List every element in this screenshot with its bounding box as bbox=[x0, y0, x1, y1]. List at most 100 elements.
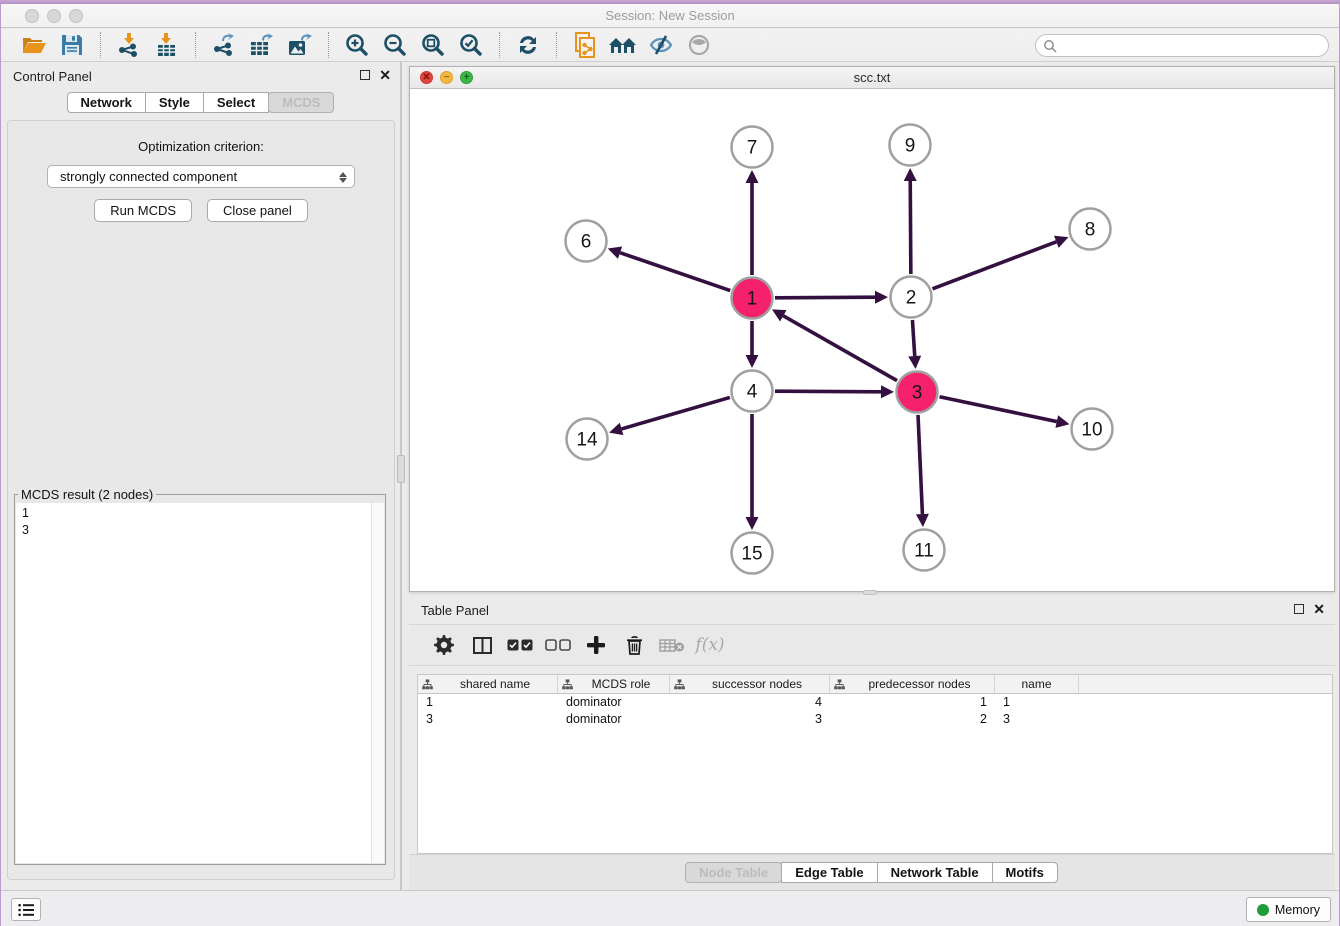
save-session-button[interactable] bbox=[57, 31, 87, 59]
delete-table-button[interactable] bbox=[655, 630, 689, 660]
table-tab-network-table[interactable]: Network Table bbox=[877, 862, 993, 883]
edge-2-3[interactable] bbox=[912, 320, 914, 356]
task-history-button[interactable] bbox=[11, 898, 41, 921]
cell-shared-name[interactable]: 1 bbox=[418, 694, 558, 711]
cell-shared-name[interactable]: 3 bbox=[418, 711, 558, 728]
zoom-out-button[interactable] bbox=[380, 31, 410, 59]
table-settings-button[interactable] bbox=[427, 630, 461, 660]
edge-3-10[interactable] bbox=[940, 397, 1057, 422]
eye-disabled-icon bbox=[687, 34, 711, 56]
edge-2-8[interactable] bbox=[933, 242, 1057, 289]
close-panel-button[interactable]: Close panel bbox=[207, 199, 308, 222]
import-network-button[interactable] bbox=[114, 31, 144, 59]
zoom-selected-button[interactable] bbox=[456, 31, 486, 59]
memory-button[interactable]: Memory bbox=[1246, 897, 1331, 922]
network-window-titlebar[interactable]: ✕ − + scc.txt bbox=[410, 67, 1334, 89]
houses-icon bbox=[608, 34, 638, 56]
node-table[interactable]: shared nameMCDS rolesuccessor nodesprede… bbox=[417, 674, 1333, 854]
mcds-result-list[interactable]: 13 bbox=[16, 503, 384, 863]
edge-2-9[interactable] bbox=[910, 181, 911, 274]
network-close-button[interactable]: ✕ bbox=[420, 71, 433, 84]
function-builder-button[interactable]: f(x) bbox=[693, 630, 727, 660]
deselect-all-columns-button[interactable] bbox=[541, 630, 575, 660]
export-network-button[interactable] bbox=[209, 31, 239, 59]
network-canvas[interactable]: 1234678910111415 bbox=[410, 89, 1334, 591]
split-view-button[interactable] bbox=[465, 630, 499, 660]
export-table-button[interactable] bbox=[247, 31, 277, 59]
edge-arrowhead bbox=[904, 168, 917, 181]
export-network-icon bbox=[212, 33, 236, 57]
float-panel-icon[interactable] bbox=[360, 70, 370, 80]
zoom-in-button[interactable] bbox=[342, 31, 372, 59]
result-scrollbar[interactable] bbox=[371, 503, 384, 863]
edge-arrowhead bbox=[1055, 415, 1069, 428]
edge-4-14[interactable] bbox=[622, 397, 730, 429]
edge-3-11[interactable] bbox=[918, 415, 922, 514]
edge-1-6[interactable] bbox=[620, 253, 730, 291]
refresh-layout-button[interactable] bbox=[513, 31, 543, 59]
export-image-button[interactable] bbox=[285, 31, 315, 59]
column-header-predecessor-nodes[interactable]: predecessor nodes bbox=[830, 675, 995, 693]
show-all-button[interactable] bbox=[684, 31, 714, 59]
tab-select[interactable]: Select bbox=[203, 92, 269, 113]
checked-boxes-icon bbox=[507, 639, 533, 651]
cell-successor-nodes[interactable]: 3 bbox=[670, 711, 830, 728]
minimize-window-button[interactable] bbox=[47, 9, 61, 23]
toolbar-separator bbox=[328, 32, 329, 58]
network-minimize-button[interactable]: − bbox=[440, 71, 453, 84]
hide-selected-button[interactable] bbox=[646, 31, 676, 59]
close-table-panel-icon[interactable]: ✕ bbox=[1313, 603, 1325, 615]
tab-style[interactable]: Style bbox=[145, 92, 204, 113]
cell-MCDS-role[interactable]: dominator bbox=[558, 711, 670, 728]
cell-MCDS-role[interactable]: dominator bbox=[558, 694, 670, 711]
cell-predecessor-nodes[interactable]: 2 bbox=[830, 711, 995, 728]
table-splitter-handle[interactable] bbox=[863, 590, 877, 595]
edge-arrowhead bbox=[608, 247, 622, 259]
edge-4-3[interactable] bbox=[775, 391, 881, 392]
fx-icon: f(x) bbox=[695, 635, 724, 655]
cell-predecessor-nodes[interactable]: 1 bbox=[830, 694, 995, 711]
close-window-button[interactable] bbox=[25, 9, 39, 23]
run-mcds-button[interactable]: Run MCDS bbox=[94, 199, 192, 222]
tab-mcds[interactable]: MCDS bbox=[268, 92, 334, 113]
cell-name[interactable]: 3 bbox=[995, 711, 1079, 728]
first-neighbors-button[interactable] bbox=[608, 31, 638, 59]
criterion-dropdown[interactable]: strongly connected component bbox=[47, 165, 355, 188]
table-row[interactable]: 3dominator323 bbox=[418, 711, 1332, 728]
toolbar-separator bbox=[499, 32, 500, 58]
float-table-panel-icon[interactable] bbox=[1294, 604, 1304, 614]
search-input[interactable] bbox=[1061, 38, 1311, 54]
zoom-fit-button[interactable] bbox=[418, 31, 448, 59]
node-label-6: 6 bbox=[581, 232, 592, 253]
panel-splitter-handle[interactable] bbox=[397, 455, 405, 483]
add-column-button[interactable] bbox=[579, 630, 613, 660]
edge-3-1[interactable] bbox=[783, 316, 897, 381]
column-header-successor-nodes[interactable]: successor nodes bbox=[670, 675, 830, 693]
column-header-MCDS-role[interactable]: MCDS role bbox=[558, 675, 670, 693]
zoom-window-button[interactable] bbox=[69, 9, 83, 23]
import-table-button[interactable] bbox=[152, 31, 182, 59]
edge-arrowhead bbox=[908, 356, 921, 369]
delete-column-button[interactable] bbox=[617, 630, 651, 660]
network-graph[interactable]: 1234678910111415 bbox=[410, 89, 1334, 591]
close-panel-icon[interactable]: ✕ bbox=[379, 69, 391, 81]
select-all-columns-button[interactable] bbox=[503, 630, 537, 660]
network-zoom-button[interactable]: + bbox=[460, 71, 473, 84]
table-row[interactable]: 1dominator411 bbox=[418, 694, 1332, 711]
column-header-shared-name[interactable]: shared name bbox=[418, 675, 558, 693]
cell-name[interactable]: 1 bbox=[995, 694, 1079, 711]
tab-network[interactable]: Network bbox=[67, 92, 146, 113]
cell-successor-nodes[interactable]: 4 bbox=[670, 694, 830, 711]
table-tab-node-table[interactable]: Node Table bbox=[685, 862, 782, 883]
column-header-name[interactable]: name bbox=[995, 675, 1079, 693]
search-box[interactable] bbox=[1035, 34, 1329, 57]
clone-network-button[interactable] bbox=[570, 31, 600, 59]
table-tab-edge-table[interactable]: Edge Table bbox=[781, 862, 877, 883]
attribute-tree-icon bbox=[834, 679, 845, 690]
table-tab-motifs[interactable]: Motifs bbox=[992, 862, 1058, 883]
open-session-button[interactable] bbox=[19, 31, 49, 59]
list-icon bbox=[18, 903, 35, 917]
main-titlebar: Session: New Session bbox=[1, 4, 1339, 28]
edge-1-2[interactable] bbox=[775, 297, 875, 298]
optimization-criterion-label: Optimization criterion: bbox=[8, 139, 394, 154]
